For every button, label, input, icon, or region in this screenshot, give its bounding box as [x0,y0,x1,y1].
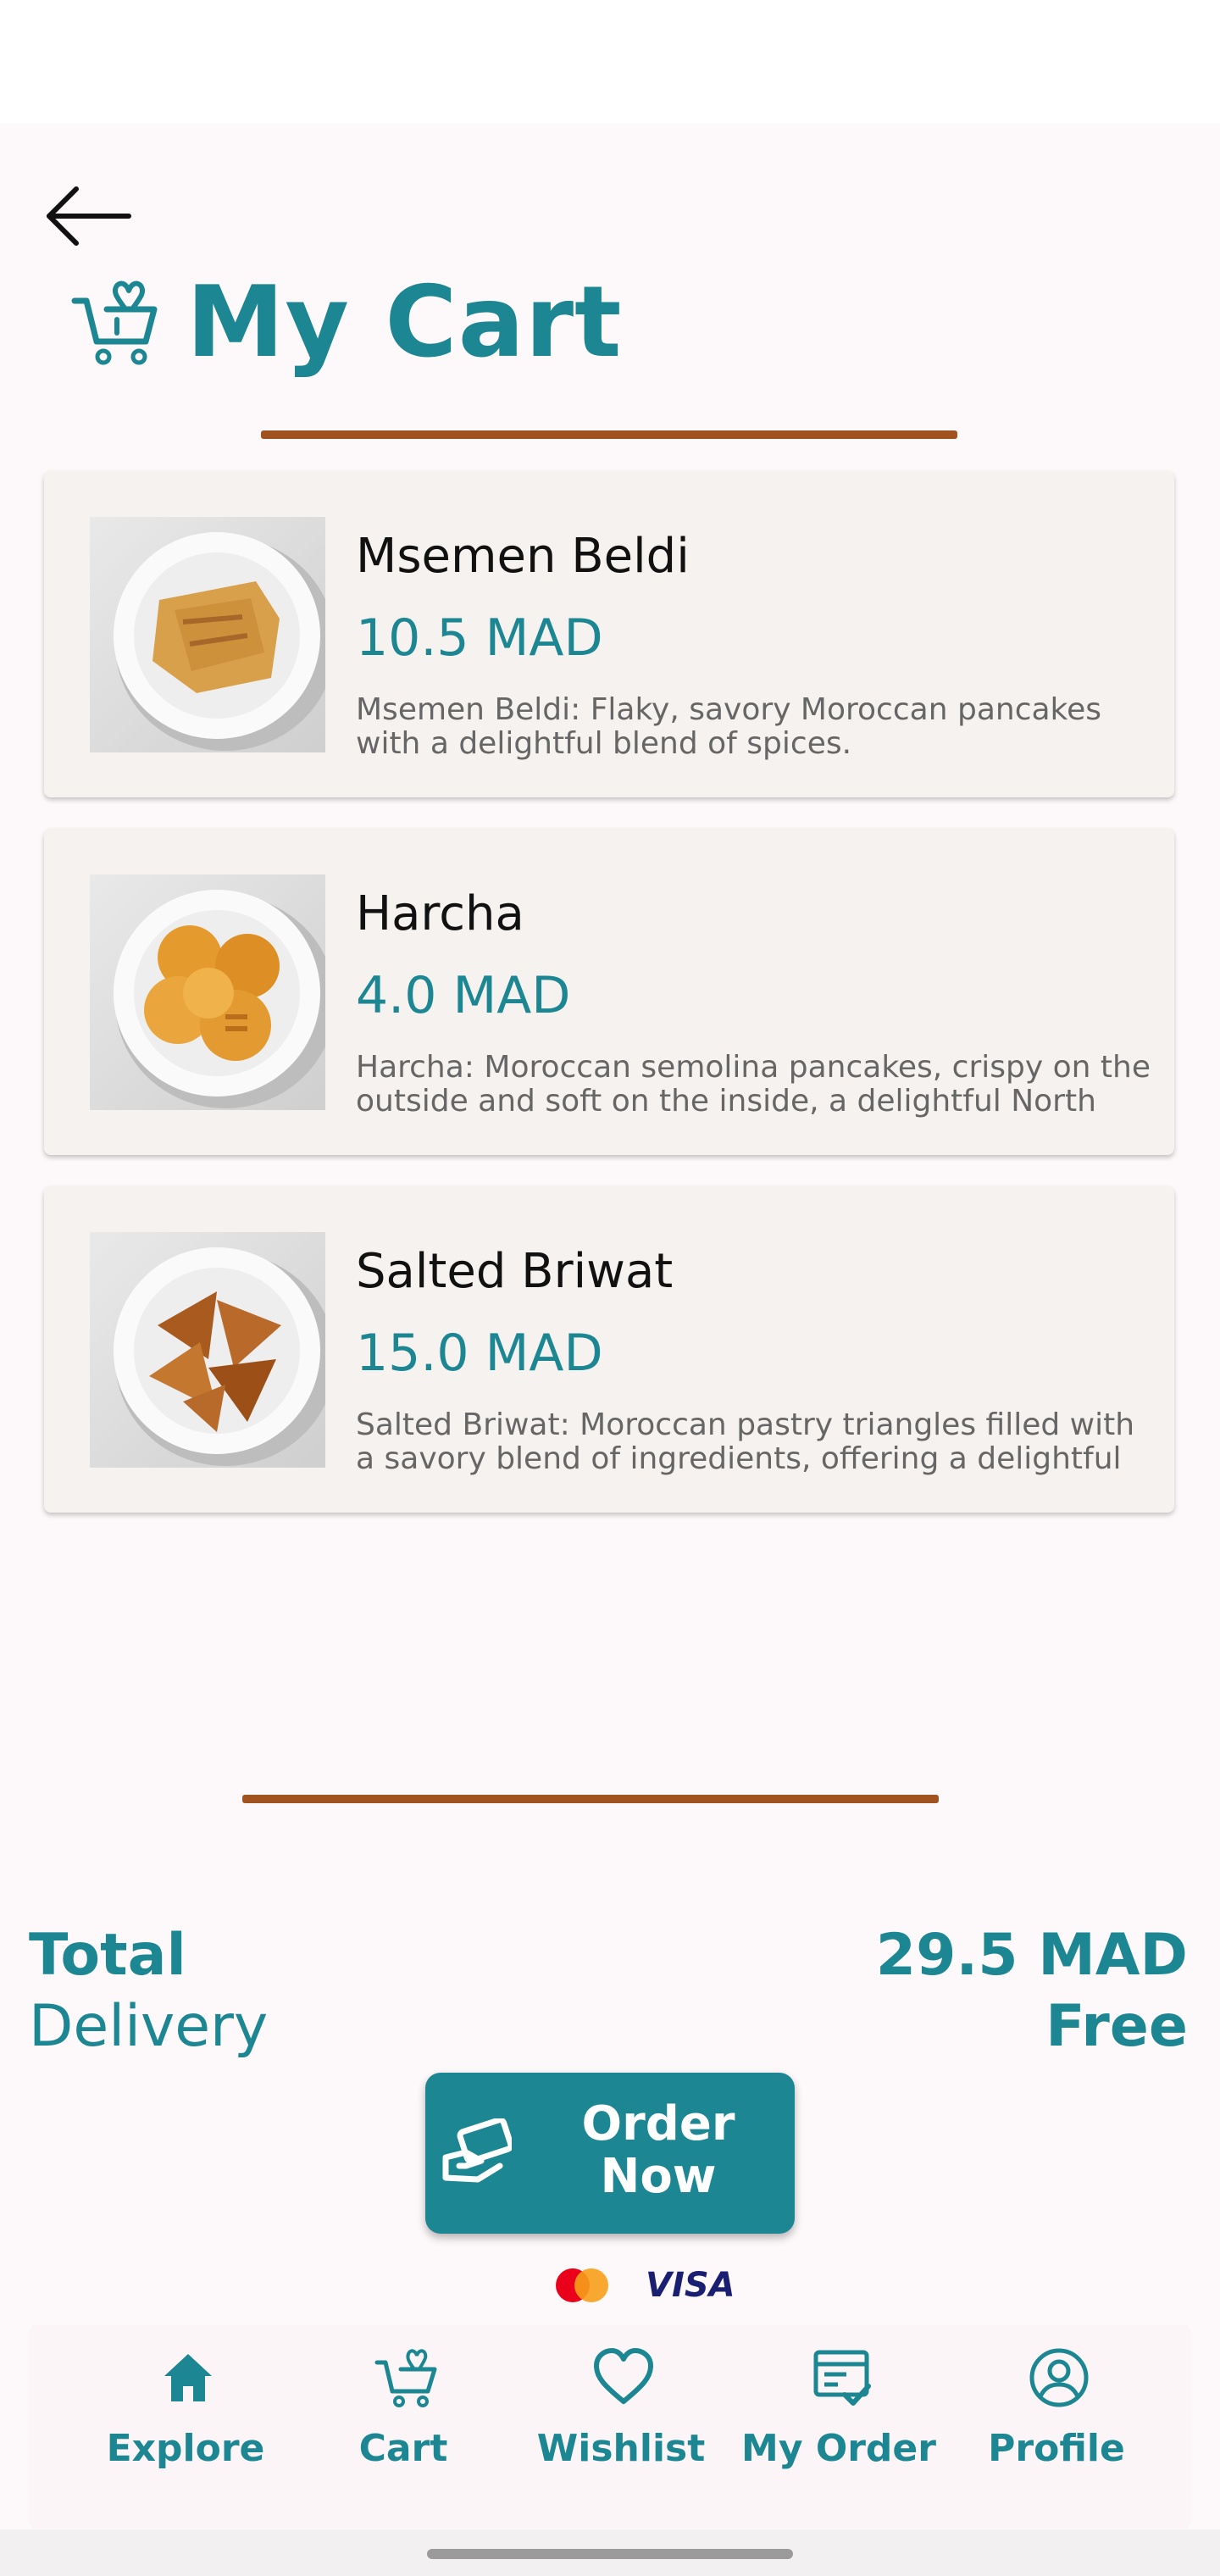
order-now-label: Order Now [581,2096,735,2204]
page-title: My Cart [186,264,623,380]
cart-item-card[interactable]: Salted Briwat 15.0 MAD Salted Briwat: Mo… [44,1186,1174,1513]
item-description: Salted Briwat: Moroccan pastry triangles… [356,1408,1135,1476]
order-icon [813,2350,871,2406]
bottom-divider [242,1795,939,1803]
nav-profile[interactable]: Profile [959,2325,1154,2529]
top-divider [261,430,957,439]
profile-icon [1029,2348,1089,2407]
item-price: 15.0 MAD [356,1324,603,1383]
delivery-label: Delivery [29,1993,269,2060]
msemen-image [90,517,325,752]
item-price: 4.0 MAD [356,966,571,1025]
bottom-navigation: Explore Cart Wishlist My Order Profile [29,2325,1191,2529]
total-value: 29.5 MAD [875,1922,1188,1989]
nav-wishlist[interactable]: Wishlist [524,2325,718,2529]
nav-my-order[interactable]: My Order [741,2325,936,2529]
delivery-value: Free [1045,1993,1188,2060]
status-bar [0,0,1220,124]
payment-hand-icon [442,2118,512,2183]
cart-icon [374,2349,437,2407]
home-indicator[interactable] [427,2549,793,2559]
nav-label: Explore [106,2427,265,2470]
item-name: Msemen Beldi [356,529,690,584]
visa-icon: VISA [646,2266,735,2305]
item-description: Msemen Beldi: Flaky, savory Moroccan pan… [356,693,1102,761]
item-name: Salted Briwat [356,1244,674,1299]
cart-item-card[interactable]: Harcha 4.0 MAD Harcha: Moroccan semolina… [44,829,1174,1155]
mastercard-icon [556,2268,608,2302]
briwat-image [90,1232,325,1468]
harcha-image [90,874,325,1110]
nav-label: Wishlist [536,2427,706,2470]
nav-label: My Order [741,2427,936,2470]
total-label: Total [29,1922,186,1989]
nav-label: Profile [988,2427,1125,2470]
nav-cart[interactable]: Cart [306,2325,501,2529]
order-now-button[interactable]: Order Now [425,2073,795,2234]
back-arrow-icon[interactable] [42,182,136,250]
nav-explore[interactable]: Explore [88,2325,283,2529]
item-price: 10.5 MAD [356,608,603,668]
cart-item-card[interactable]: Msemen Beldi 10.5 MAD Msemen Beldi: Flak… [44,471,1174,797]
page-header: My Cart [68,263,623,381]
heart-icon [594,2348,653,2404]
item-name: Harcha [356,886,524,941]
nav-label: Cart [358,2427,448,2470]
cart-heart-icon [71,280,158,365]
item-description: Harcha: Moroccan semolina pancakes, cris… [356,1051,1151,1119]
home-icon [164,2354,212,2401]
